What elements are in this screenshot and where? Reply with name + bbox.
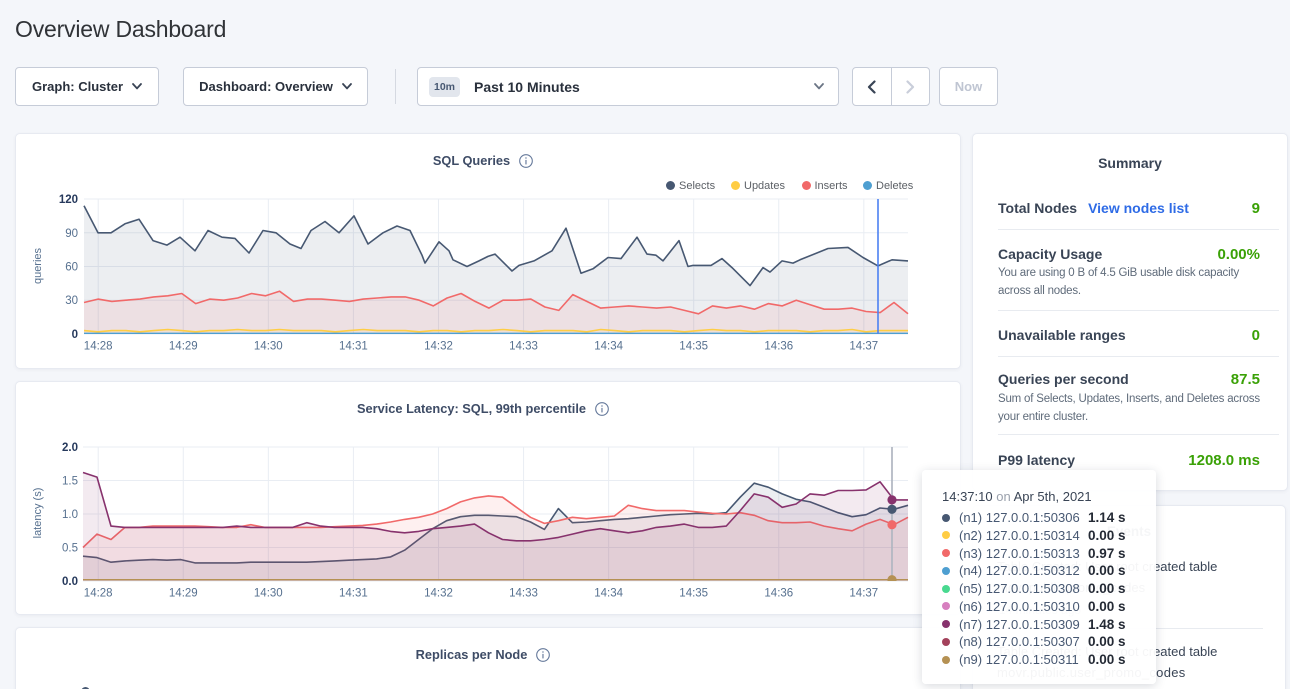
svg-text:14:32: 14:32 xyxy=(424,588,453,600)
svg-text:14:35: 14:35 xyxy=(679,588,708,600)
svg-text:14:31: 14:31 xyxy=(339,588,368,600)
svg-text:14:33: 14:33 xyxy=(509,341,538,353)
svg-text:60: 60 xyxy=(65,262,78,274)
svg-text:14:31: 14:31 xyxy=(339,341,368,353)
svg-text:14:36: 14:36 xyxy=(764,341,793,353)
svg-text:14:33: 14:33 xyxy=(509,588,538,600)
svg-text:1.5: 1.5 xyxy=(62,476,78,488)
svg-text:14:30: 14:30 xyxy=(254,341,283,353)
svg-text:0.0: 0.0 xyxy=(62,576,78,588)
svg-text:0: 0 xyxy=(72,329,78,341)
svg-text:14:36: 14:36 xyxy=(764,588,793,600)
svg-text:queries: queries xyxy=(32,247,44,284)
svg-text:120: 120 xyxy=(59,194,78,206)
svg-text:0.5: 0.5 xyxy=(62,543,78,555)
svg-text:14:34: 14:34 xyxy=(594,341,623,353)
svg-text:14:34: 14:34 xyxy=(594,588,623,600)
svg-text:14:28: 14:28 xyxy=(84,341,113,353)
svg-text:2.0: 2.0 xyxy=(62,442,78,454)
svg-text:latency (s): latency (s) xyxy=(32,488,44,539)
svg-text:14:30: 14:30 xyxy=(254,588,283,600)
svg-text:14:29: 14:29 xyxy=(169,588,198,600)
svg-text:14:37: 14:37 xyxy=(849,341,878,353)
svg-text:30: 30 xyxy=(65,295,78,307)
svg-text:14:35: 14:35 xyxy=(679,341,708,353)
svg-text:14:37: 14:37 xyxy=(849,588,878,600)
svg-text:14:28: 14:28 xyxy=(84,588,113,600)
svg-text:1.0: 1.0 xyxy=(62,509,78,521)
svg-text:90: 90 xyxy=(65,228,78,240)
svg-text:14:29: 14:29 xyxy=(169,341,198,353)
svg-text:14:32: 14:32 xyxy=(424,341,453,353)
